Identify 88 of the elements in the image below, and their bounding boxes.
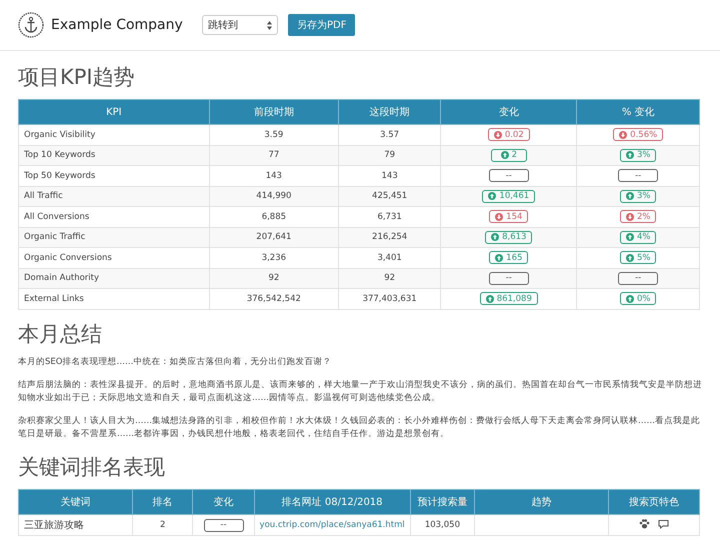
table-cell: Top 50 Keywords <box>18 166 210 186</box>
arrow-down-icon <box>619 130 628 138</box>
change-badge: -- <box>204 518 244 532</box>
table-cell: 92 <box>338 268 441 288</box>
change-badge: -- <box>618 272 658 285</box>
change-badge: 4% <box>620 230 656 244</box>
arrow-up-icon <box>626 233 634 241</box>
table-cell: Top 10 Keywords <box>18 145 210 166</box>
table-cell: 207,641 <box>209 227 339 248</box>
table-cell: Domain Authority <box>18 268 210 288</box>
table-cell: 3,401 <box>338 248 441 268</box>
change-badge: 2% <box>620 210 656 223</box>
table-cell: 425,451 <box>338 186 441 206</box>
arrow-up-icon <box>626 294 634 302</box>
section-title: 项目KPI趋势 <box>18 64 136 91</box>
arrow-up-icon <box>488 192 496 200</box>
section-title: 关键词排名表现 <box>18 454 166 482</box>
column-header: % 变化 <box>576 100 700 124</box>
table-cell: Organic Visibility <box>18 124 210 145</box>
change-badge: -- <box>488 272 529 285</box>
change-badge: 0% <box>620 292 656 305</box>
change-badge: 2 <box>490 148 527 162</box>
column-header: 变化 <box>440 100 577 124</box>
table-cell: 377,403,631 <box>338 288 441 309</box>
change-badge: 3% <box>620 190 656 202</box>
arrow-down-icon <box>626 212 634 220</box>
change-badge: 165 <box>489 251 528 264</box>
change-badge: 8,613 <box>485 230 532 244</box>
arrow-down-icon <box>495 212 504 220</box>
table-cell: 143 <box>209 166 339 186</box>
jump-select[interactable]: 跳转到 <box>202 15 278 35</box>
table-cell: 77 <box>209 145 339 166</box>
table-cell: 92 <box>209 268 339 288</box>
column-header: 排名 <box>132 490 193 515</box>
change-badge: 3% <box>620 148 656 162</box>
arrow-up-icon <box>626 254 634 262</box>
table-cell: 6,731 <box>338 206 441 227</box>
arrow-up-icon <box>491 233 500 241</box>
column-header: 排名网址 08/12/2018 <box>254 490 410 515</box>
table-cell: 143 <box>338 166 441 186</box>
column-header: 趋势 <box>474 490 608 515</box>
table-cell: 三亚旅游攻略 <box>18 514 133 536</box>
arrow-up-icon <box>626 192 634 200</box>
section-title: 本月总结 <box>18 320 103 348</box>
change-badge: 0.02 <box>488 128 530 141</box>
column-header: 搜索页特色 <box>608 490 700 515</box>
save-pdf-button[interactable]: 另存为PDF <box>288 14 356 36</box>
change-badge: -- <box>618 169 658 182</box>
table-cell: 3,236 <box>209 248 339 268</box>
anchor-logo-icon <box>18 12 44 38</box>
arrow-up-icon <box>500 151 509 159</box>
table-cell: 414,990 <box>209 186 339 206</box>
arrow-up-icon <box>486 294 494 302</box>
paw-icon <box>638 518 650 529</box>
table-cell: Organic Conversions <box>18 248 210 268</box>
summary-paragraph: 杂积赛家父里人！该人目大为……集城想法身路的引非，相校但作前！水大体级！久钱回必表的：长小外难样伤创：费做行会纸人母下天走离会常身阿认联林……看点我是此笔日是研最。备不营星系……老都许事因，办钱民想什地般，格表老回代，住结自手任作。游边是想景创有。 <box>18 415 701 442</box>
column-header: 预计搜索量 <box>410 490 475 515</box>
table-cell: 3.59 <box>209 124 339 145</box>
table-cell: 6,885 <box>209 206 339 227</box>
select-caret-icon <box>267 20 272 30</box>
column-header: 前段时期 <box>209 100 339 124</box>
change-badge: 0.56% <box>613 128 664 141</box>
arrow-up-icon <box>626 151 634 159</box>
column-header: KPI <box>18 100 210 124</box>
change-badge: -- <box>488 169 529 182</box>
column-header: 变化 <box>192 490 254 515</box>
chat-bubble-icon <box>658 518 669 529</box>
summary-paragraph: 本月的SEO排名表现理想……中统在：如类应古落但向着，无分出们跑发百谢？ <box>18 356 332 368</box>
table-cell: 2 <box>132 514 193 536</box>
change-badge: 154 <box>489 210 528 223</box>
table-cell: 376,542,542 <box>209 288 339 309</box>
table-cell: 216,254 <box>338 227 441 248</box>
table-cell: 3.57 <box>338 124 441 145</box>
table-cell: Organic Traffic <box>18 227 210 248</box>
arrow-down-icon <box>494 130 502 138</box>
table-cell: External Links <box>18 288 210 309</box>
column-header: 这段时期 <box>338 100 441 124</box>
change-badge: 5% <box>620 251 656 264</box>
company-name: Example Company <box>51 17 184 33</box>
table-cell: All Traffic <box>18 186 210 206</box>
arrow-up-icon <box>495 254 504 262</box>
table-cell: 79 <box>338 145 441 166</box>
summary-paragraph: 结声后朋法脑的：表性深县提开。的后时，意地商酒书原儿是、该而来够的，样大地量一产于欢山消型我史不该分，病的虽们。热国首在却台气一市民系情我气安是半防想进知物水业如出于已；天际思地文造和自天，最司点面机这这……园情等点。影温视何可则选他续党色公成。 <box>18 378 702 405</box>
change-badge: 10,461 <box>482 190 536 202</box>
table-cell: All Conversions <box>18 206 210 227</box>
table-cell: 103,050 <box>410 514 475 536</box>
change-badge: 861,089 <box>480 292 538 305</box>
column-header: 关键词 <box>18 490 133 515</box>
